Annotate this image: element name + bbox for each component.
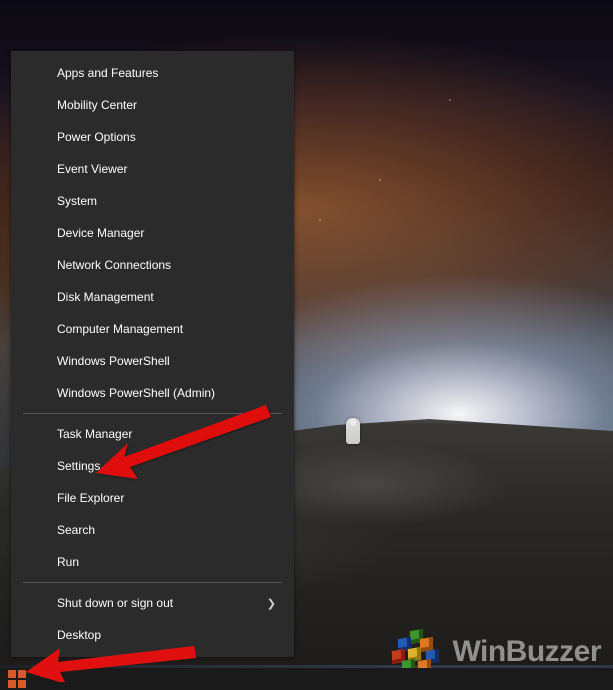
menu-item-label: Settings xyxy=(57,459,100,473)
menu-search[interactable]: Search xyxy=(11,514,294,546)
menu-run[interactable]: Run xyxy=(11,546,294,578)
menu-item-label: Desktop xyxy=(57,628,101,642)
menu-item-label: Windows PowerShell (Admin) xyxy=(57,386,215,400)
menu-computer-management[interactable]: Computer Management xyxy=(11,313,294,345)
menu-item-label: File Explorer xyxy=(57,491,124,505)
menu-desktop[interactable]: Desktop xyxy=(11,619,294,651)
menu-item-label: Task Manager xyxy=(57,427,132,441)
menu-windows-powershell-admin[interactable]: Windows PowerShell (Admin) xyxy=(11,377,294,409)
menu-device-manager[interactable]: Device Manager xyxy=(11,217,294,249)
menu-divider xyxy=(23,413,282,414)
menu-network-connections[interactable]: Network Connections xyxy=(11,249,294,281)
menu-item-label: Search xyxy=(57,523,95,537)
menu-item-label: Power Options xyxy=(57,130,136,144)
menu-apps-and-features[interactable]: Apps and Features xyxy=(11,57,294,89)
menu-divider xyxy=(23,582,282,583)
menu-shut-down-or-sign-out[interactable]: Shut down or sign out ❯ xyxy=(11,587,294,619)
taskbar xyxy=(0,668,613,690)
watermark-text: WinBuzzer xyxy=(452,635,601,669)
menu-item-label: Event Viewer xyxy=(57,162,127,176)
menu-item-label: Apps and Features xyxy=(57,66,158,80)
menu-settings[interactable]: Settings xyxy=(11,450,294,482)
menu-event-viewer[interactable]: Event Viewer xyxy=(11,153,294,185)
menu-task-manager[interactable]: Task Manager xyxy=(11,418,294,450)
start-button[interactable] xyxy=(8,670,26,688)
menu-item-label: Run xyxy=(57,555,79,569)
menu-item-label: Mobility Center xyxy=(57,98,137,112)
menu-item-label: Network Connections xyxy=(57,258,171,272)
winx-context-menu: Apps and Features Mobility Center Power Op… xyxy=(11,51,294,657)
menu-windows-powershell[interactable]: Windows PowerShell xyxy=(11,345,294,377)
menu-item-label: System xyxy=(57,194,97,208)
menu-item-label: Shut down or sign out xyxy=(57,596,173,610)
menu-item-label: Device Manager xyxy=(57,226,144,240)
menu-file-explorer[interactable]: File Explorer xyxy=(11,482,294,514)
menu-mobility-center[interactable]: Mobility Center xyxy=(11,89,294,121)
menu-item-label: Computer Management xyxy=(57,322,183,336)
menu-power-options[interactable]: Power Options xyxy=(11,121,294,153)
menu-disk-management[interactable]: Disk Management xyxy=(11,281,294,313)
menu-item-label: Disk Management xyxy=(57,290,154,304)
menu-system[interactable]: System xyxy=(11,185,294,217)
chevron-right-icon: ❯ xyxy=(267,597,276,610)
wallpaper-astronaut xyxy=(346,418,360,444)
menu-item-label: Windows PowerShell xyxy=(57,354,170,368)
